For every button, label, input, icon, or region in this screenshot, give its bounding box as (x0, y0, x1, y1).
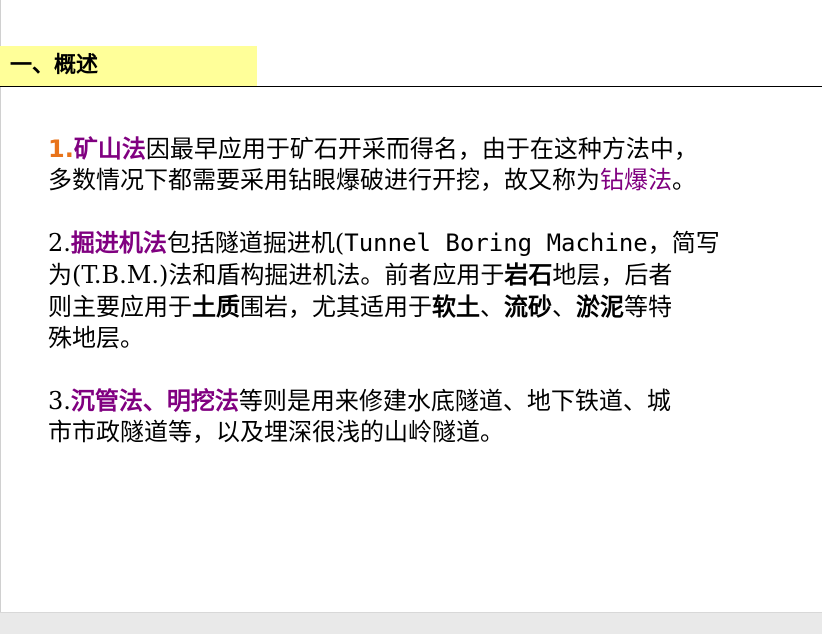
text: ，简写 (647, 229, 720, 257)
text: 殊地层。 (48, 324, 144, 352)
text: 多数情况下都需要采用钻眼爆破进行开挖，故又称为 (48, 166, 600, 194)
paragraph-tbm-method: 2.掘进机法包括隧道掘进机(Tunnel Boring Machine，简写 为… (48, 227, 783, 354)
viewer-bottom-strip (0, 612, 822, 634)
term-rock: 岩石 (504, 260, 553, 289)
text: 则主要应用于 (48, 293, 192, 321)
paragraph-mining-method: 1.矿山法因最早应用于矿石开采而得名，由于在这种方法中， 多数情况下都需要采用钻… (48, 133, 783, 196)
slide-title-text: 一、概述 (10, 53, 99, 78)
term-tbm-method: 掘进机法 (70, 228, 167, 257)
item-number: 3. (48, 387, 71, 415)
text: )法和盾构掘进机法。前者应用于 (158, 261, 505, 289)
text: 等则是用来修建水底隧道、地下铁道、城 (238, 387, 671, 415)
text: 。 (672, 166, 696, 194)
text: 市市政隧道等，以及埋深很浅的山岭隧道。 (48, 418, 504, 446)
item-number: 1. (48, 135, 74, 163)
term-soil: 土质 (192, 292, 240, 321)
text: 因最早应用于矿石开采而得名，由于在这种方法中， (145, 135, 698, 163)
item-number: 2. (48, 229, 71, 257)
text: 、 (552, 293, 576, 321)
text: 围岩，尤其适用于 (240, 293, 432, 321)
text: 、 (480, 293, 504, 321)
term-silt: 淤泥 (576, 292, 624, 321)
term-quicksand: 流砂 (504, 292, 552, 321)
term-drill-blast: 钻爆法 (600, 166, 672, 194)
text-english: Tunnel Boring Machine (344, 229, 648, 257)
term-immersed-cut-cover: 沉管法、明挖法 (70, 386, 239, 415)
slide: 一、概述 1.矿山法因最早应用于矿石开采而得名，由于在这种方法中， 多数情况下都… (0, 0, 822, 612)
title-divider (0, 86, 822, 87)
text: 等特 (624, 293, 672, 321)
text: 包括隧道掘进机( (166, 229, 345, 257)
text: 地层，后者 (552, 261, 673, 289)
text: 为( (48, 261, 82, 289)
term-soft-soil: 软土 (432, 292, 480, 321)
term-mining-method: 矿山法 (73, 134, 146, 163)
slide-left-edge (0, 0, 1, 612)
slide-body: 1.矿山法因最早应用于矿石开采而得名，由于在这种方法中， 多数情况下都需要采用钻… (48, 133, 783, 448)
text-abbr: T.B.M. (81, 261, 159, 289)
paragraph-immersed-tube-method: 3.沉管法、明挖法等则是用来修建水底隧道、地下铁道、城 市市政隧道等，以及埋深很… (48, 385, 783, 448)
slide-title: 一、概述 (0, 46, 257, 86)
